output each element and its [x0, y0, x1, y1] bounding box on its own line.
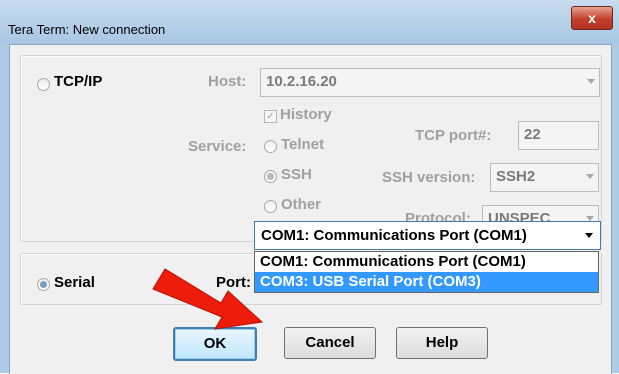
host-value: 10.2.16.20 — [266, 73, 337, 90]
service-other-label: Other — [281, 196, 322, 213]
window-title: Tera Term: New connection — [8, 22, 166, 37]
tcp-port-field[interactable]: 22 — [518, 121, 599, 150]
tcp-port-value: 22 — [524, 126, 541, 143]
port-select-value: COM1: Communications Port (COM1) — [261, 227, 527, 244]
port-select[interactable]: COM1: Communications Port (COM1) — [254, 221, 601, 250]
chevron-down-icon — [587, 79, 595, 84]
ok-button[interactable]: OK — [173, 327, 257, 361]
ssh-version-select[interactable]: SSH2 — [490, 163, 599, 192]
dialog-window: Tera Term: New connection x TCP/IP Host:… — [0, 0, 619, 374]
host-label: Host: — [208, 73, 247, 90]
tcp-port-label: TCP port#: — [415, 127, 492, 144]
help-button[interactable]: Help — [396, 327, 488, 359]
ssh-version-label: SSH version: — [382, 169, 476, 186]
tcpip-label: TCP/IP — [54, 73, 103, 90]
history-label: History — [280, 106, 332, 123]
chevron-down-icon — [586, 174, 594, 179]
service-radio-ssh[interactable] — [264, 170, 277, 183]
service-telnet-label: Telnet — [281, 136, 325, 153]
chevron-down-icon — [585, 233, 593, 238]
port-option-com3[interactable]: COM3: USB Serial Port (COM3) — [255, 272, 598, 292]
serial-radio[interactable] — [37, 278, 50, 291]
service-radio-telnet[interactable] — [264, 140, 277, 153]
service-ssh-label: SSH — [281, 166, 312, 183]
port-option-com1[interactable]: COM1: Communications Port (COM1) — [255, 252, 598, 272]
cancel-button[interactable]: Cancel — [284, 327, 376, 359]
dialog-client-area: TCP/IP Host: 10.2.16.20 ✓ History Servic… — [9, 44, 612, 374]
port-label: Port: — [216, 274, 251, 291]
history-checkbox[interactable]: ✓ — [264, 110, 277, 123]
serial-label: Serial — [54, 274, 95, 291]
service-label: Service: — [188, 138, 247, 155]
ssh-version-value: SSH2 — [496, 168, 536, 185]
tcpip-radio[interactable] — [37, 78, 50, 91]
port-dropdown-list: COM1: Communications Port (COM1) COM3: U… — [254, 251, 599, 293]
close-button[interactable]: x — [571, 6, 613, 30]
host-field[interactable]: 10.2.16.20 — [260, 68, 600, 97]
service-radio-other[interactable] — [264, 200, 277, 213]
title-bar: Tera Term: New connection x — [0, 0, 619, 44]
